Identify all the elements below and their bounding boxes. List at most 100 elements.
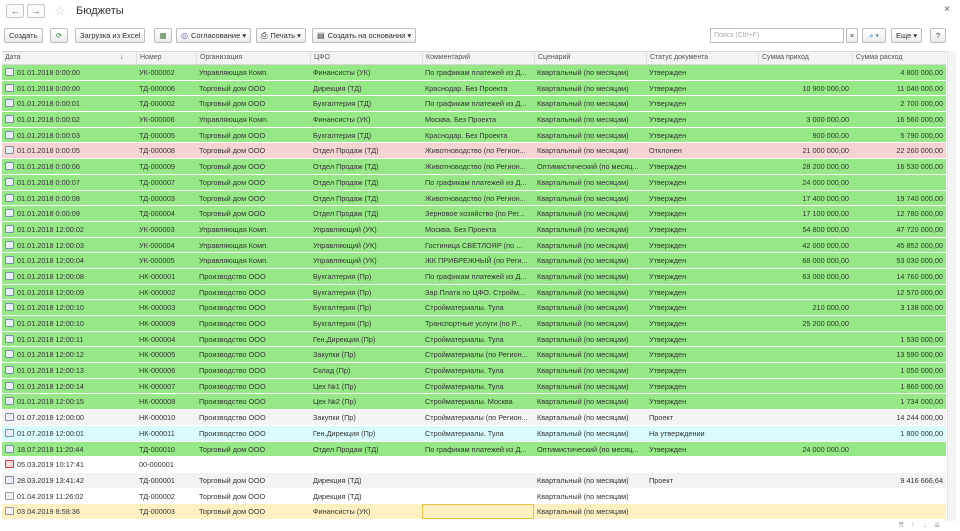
table-row[interactable]: 01.04.2019 11:26:02 ТД-000002 Торговый дом… bbox=[2, 488, 946, 505]
document-icon bbox=[5, 444, 14, 453]
cell-number: НК-000010 bbox=[139, 413, 176, 423]
table-row[interactable]: 01.07.2018 12:00:00 НК-000010 Производство… bbox=[2, 410, 946, 426]
cell-cfo: Дирекция (ТД) bbox=[313, 83, 362, 93]
clear-search-icon[interactable]: × bbox=[846, 28, 858, 43]
table-row[interactable]: 01.01.2018 0:00:00 ТД-000006 Торговый дом … bbox=[2, 80, 946, 97]
table-row[interactable]: 01.01.2018 0:00:07 ТД-000007 Торговый дом … bbox=[2, 174, 946, 191]
table-row[interactable]: 05.03.2019 10:17:41 00-000001 bbox=[2, 457, 946, 473]
table-row[interactable]: 03.04.2019 8:58:36 ТД-000003 Торговый дом … bbox=[2, 504, 946, 520]
column-header-income[interactable]: Сумма приход bbox=[758, 52, 852, 64]
cell-organization: Торговый дом ООО bbox=[199, 83, 266, 93]
table-row[interactable]: 01.01.2018 12:00:10 НК-000009 Производство… bbox=[2, 316, 946, 332]
cell-date-text: 01.01.2018 0:00:00 bbox=[17, 83, 80, 93]
table-row[interactable]: 01.01.2018 0:00:00 УК-000002 Управляющая К… bbox=[2, 65, 946, 81]
column-header-number[interactable]: Номер bbox=[136, 52, 196, 64]
cell-income: 24 000 000,00 bbox=[802, 177, 849, 187]
table-row[interactable]: 01.01.2018 12:00:11 НК-000004 Производство… bbox=[2, 331, 946, 348]
close-icon[interactable]: × bbox=[944, 4, 950, 15]
cell-comment: ЖК ПРИБРЕЖНЫЙ (по Реги... bbox=[425, 256, 528, 266]
search-input[interactable]: Поиск (Ctrl+F) bbox=[710, 28, 844, 43]
table-row[interactable]: 01.01.2018 0:00:02 УК-000006 Управляющая К… bbox=[2, 112, 946, 128]
table-row[interactable]: 01.01.2018 0:00:09 ТД-000004 Торговый дом … bbox=[2, 206, 946, 222]
cell-comment: Стройматериалы. Тула bbox=[425, 381, 504, 391]
document-icon bbox=[5, 115, 14, 124]
grid-settings-icon[interactable]: ▦ bbox=[154, 28, 172, 43]
refresh-icon[interactable]: ⟳ bbox=[50, 28, 68, 43]
cell-date-text: 01.07.2018 12:00:01 bbox=[17, 428, 84, 438]
cell-expense: 12 570 000,00 bbox=[896, 287, 943, 297]
cell-expense: 19 740 000,00 bbox=[896, 193, 943, 203]
column-header-date[interactable]: Дата bbox=[2, 52, 136, 64]
cell-income bbox=[758, 457, 852, 472]
cell-organization: Производство ООО bbox=[199, 413, 266, 423]
cell-income bbox=[758, 473, 852, 488]
cell-status: Утвержден bbox=[649, 240, 687, 250]
cell-status: Утвержден bbox=[649, 397, 687, 407]
table-row[interactable]: 01.01.2018 0:00:06 ТД-000009 Торговый дом … bbox=[2, 159, 946, 175]
cell-organization: Торговый дом ООО bbox=[199, 130, 266, 140]
column-header-cfo[interactable]: ЦФО bbox=[310, 52, 422, 64]
column-header-expense[interactable]: Сумма расход bbox=[852, 52, 946, 64]
cell-scenario: Квартальный (по месяцам) bbox=[537, 193, 629, 203]
table-row[interactable]: 18.07.2018 11:20:44 ТД-000010 Торговый дом… bbox=[2, 441, 946, 458]
create-based-dropdown[interactable]: ▤ Создать на основании ▾ bbox=[312, 28, 417, 43]
cell-income bbox=[758, 504, 852, 519]
table-row[interactable]: 01.01.2018 0:00:05 ТД-000008 Торговый дом … bbox=[2, 143, 946, 160]
approval-dropdown[interactable]: ◎ Согласование ▾ bbox=[176, 28, 252, 43]
cell-scenario: Квартальный (по месяцам) bbox=[537, 319, 629, 328]
vertical-scrollbar[interactable] bbox=[947, 51, 956, 521]
cell-date-text: 01.01.2018 12:00:12 bbox=[17, 350, 84, 360]
print-dropdown[interactable]: ⎙ Печать ▾ bbox=[256, 28, 306, 43]
cell-comment[interactable] bbox=[422, 504, 534, 520]
cell-number: НК-000009 bbox=[139, 319, 176, 328]
column-header-scenario[interactable]: Сценарий bbox=[534, 52, 646, 64]
table-row[interactable]: 01.01.2018 12:00:09 НК-000002 Производство… bbox=[2, 284, 946, 301]
cell-date: 05.03.2019 10:17:41 bbox=[2, 457, 136, 472]
column-header-status[interactable]: Статус документа bbox=[646, 52, 758, 64]
cell-date: 01.07.2018 12:00:01 bbox=[2, 426, 136, 441]
cell-scenario bbox=[534, 457, 646, 472]
create-button[interactable]: Создать bbox=[4, 28, 43, 43]
table-row[interactable]: 01.01.2018 0:00:08 ТД-000003 Торговый дом … bbox=[2, 190, 946, 207]
cell-expense: 45 852 000,00 bbox=[896, 240, 943, 250]
table-row[interactable]: 01.01.2018 12:00:12 НК-000005 Производство… bbox=[2, 347, 946, 364]
more-dropdown[interactable]: Еще ▾ bbox=[891, 28, 923, 43]
table-row[interactable]: 01.01.2018 12:00:15 НК-000008 Производство… bbox=[2, 394, 946, 411]
column-header-organization[interactable]: Организация bbox=[196, 52, 310, 64]
forward-icon[interactable]: → bbox=[27, 4, 45, 18]
document-icon bbox=[5, 507, 14, 516]
cell-expense bbox=[852, 457, 946, 472]
cell-organization: Производство ООО bbox=[199, 366, 266, 376]
cell-number: ТД-000002 bbox=[139, 491, 175, 501]
favorite-star-icon[interactable]: ☆ bbox=[54, 3, 66, 19]
scroll-bottom-icon[interactable]: ⇊ bbox=[932, 521, 942, 530]
table-row[interactable]: 01.01.2018 0:00:03 ТД-000005 Торговый дом … bbox=[2, 127, 946, 144]
column-header-comment[interactable]: Комментарий bbox=[422, 52, 534, 64]
scroll-down-icon[interactable]: ↓ bbox=[920, 521, 930, 530]
back-icon[interactable]: ← bbox=[6, 4, 24, 18]
excel-import-button[interactable]: Загрузка из Excel bbox=[75, 28, 146, 43]
table-row[interactable]: 01.01.2018 12:00:04 УК-000005 Управляющая … bbox=[2, 253, 946, 269]
cell-cfo: Отдел Продаж (ТД) bbox=[313, 146, 379, 156]
cell-expense: 22 260 000,00 bbox=[896, 146, 943, 156]
search-icon[interactable]: ⌕ ▾ bbox=[862, 28, 886, 43]
cell-comment: По графикам платежей из Д... bbox=[425, 271, 527, 281]
table-row[interactable]: 01.01.2018 12:00:14 НК-000007 Производство… bbox=[2, 378, 946, 395]
cell-scenario: Квартальный (по месяцам) bbox=[537, 334, 629, 344]
table-row[interactable]: 01.01.2018 12:00:02 УК-000003 Управляющая … bbox=[2, 221, 946, 238]
table-row[interactable]: 01.01.2018 12:00:10 НК-000003 Производство… bbox=[2, 300, 946, 316]
scroll-top-icon[interactable]: ⇈ bbox=[896, 521, 906, 530]
table-row[interactable]: 01.01.2018 12:00:03 УК-000004 Управляющая … bbox=[2, 237, 946, 254]
cell-date: 18.07.2018 11:20:44 bbox=[2, 442, 136, 457]
table-row[interactable]: 01.01.2018 12:00:13 НК-000006 Производство… bbox=[2, 363, 946, 379]
cell-expense bbox=[852, 489, 946, 504]
cell-comment: Гостиница СВЕТЛОЯР (по ... bbox=[425, 240, 523, 250]
table-row[interactable]: 01.07.2018 12:00:01 НК-000011 Производство… bbox=[2, 425, 946, 442]
table-row[interactable]: 01.01.2018 12:00:08 НК-000001 Производство… bbox=[2, 268, 946, 285]
table-row[interactable]: 28.03.2019 13:41:42 ТД-000001 Торговый дом… bbox=[2, 472, 946, 489]
scroll-up-icon[interactable]: ↑ bbox=[908, 521, 918, 530]
help-button[interactable]: ? bbox=[930, 28, 946, 43]
cell-organization bbox=[196, 457, 310, 472]
table-row[interactable]: 01.01.2018 0:00:01 ТД-000002 Торговый дом … bbox=[2, 96, 946, 113]
cell-number: ТД-000005 bbox=[139, 130, 175, 140]
